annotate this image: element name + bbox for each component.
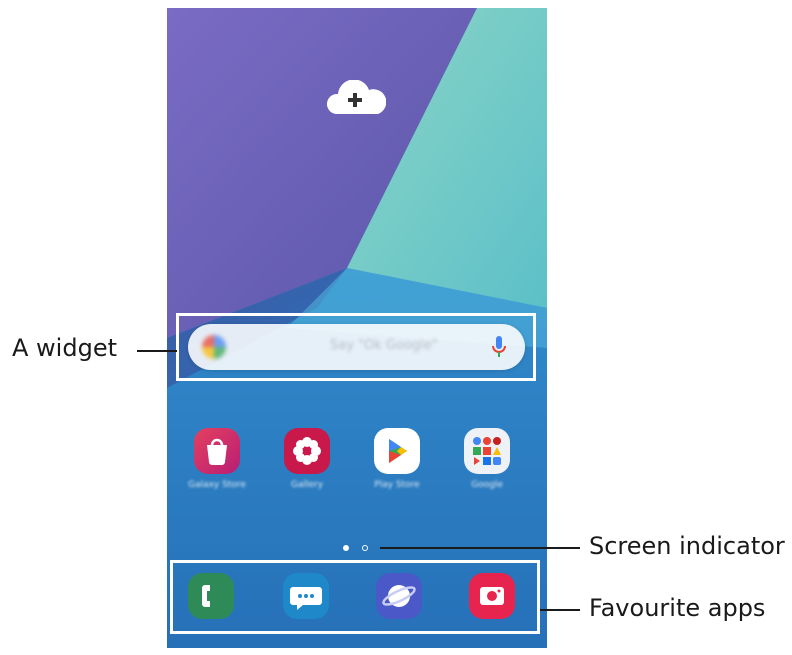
- screen-indicator: [340, 542, 380, 554]
- app-label: Google: [471, 480, 503, 490]
- home-dot-icon[interactable]: [343, 545, 349, 551]
- callout-line-favourite-apps: [540, 609, 580, 611]
- search-hint: Say "Ok Google": [330, 338, 438, 353]
- app-label: Play Store: [374, 480, 420, 490]
- app-folder-icon: [464, 428, 510, 474]
- google-g-icon: [202, 335, 226, 359]
- search-widget[interactable]: Say "Ok Google": [188, 324, 525, 370]
- chat-bubble-icon: [283, 573, 329, 619]
- widget-highlight-frame: Say "Ok Google": [176, 313, 536, 381]
- callout-line-screen-indicator: [380, 547, 580, 549]
- callout-favourite-apps: Favourite apps: [589, 594, 766, 622]
- flower-icon: [284, 428, 330, 474]
- callout-widget: A widget: [12, 334, 117, 362]
- callout-screen-indicator: Screen indicator: [589, 532, 785, 560]
- shopping-bag-icon: [194, 428, 240, 474]
- planet-icon: [376, 573, 422, 619]
- cloud-plus-icon[interactable]: [326, 80, 386, 116]
- app-label: Gallery: [290, 480, 324, 490]
- callout-line-widget: [137, 350, 177, 352]
- camera-icon: [469, 573, 515, 619]
- page-dot-icon[interactable]: [362, 545, 368, 551]
- mic-icon[interactable]: [491, 334, 507, 360]
- play-triangle-icon: [374, 428, 420, 474]
- phone-icon: [188, 573, 234, 619]
- app-label: Galaxy Store: [188, 480, 246, 490]
